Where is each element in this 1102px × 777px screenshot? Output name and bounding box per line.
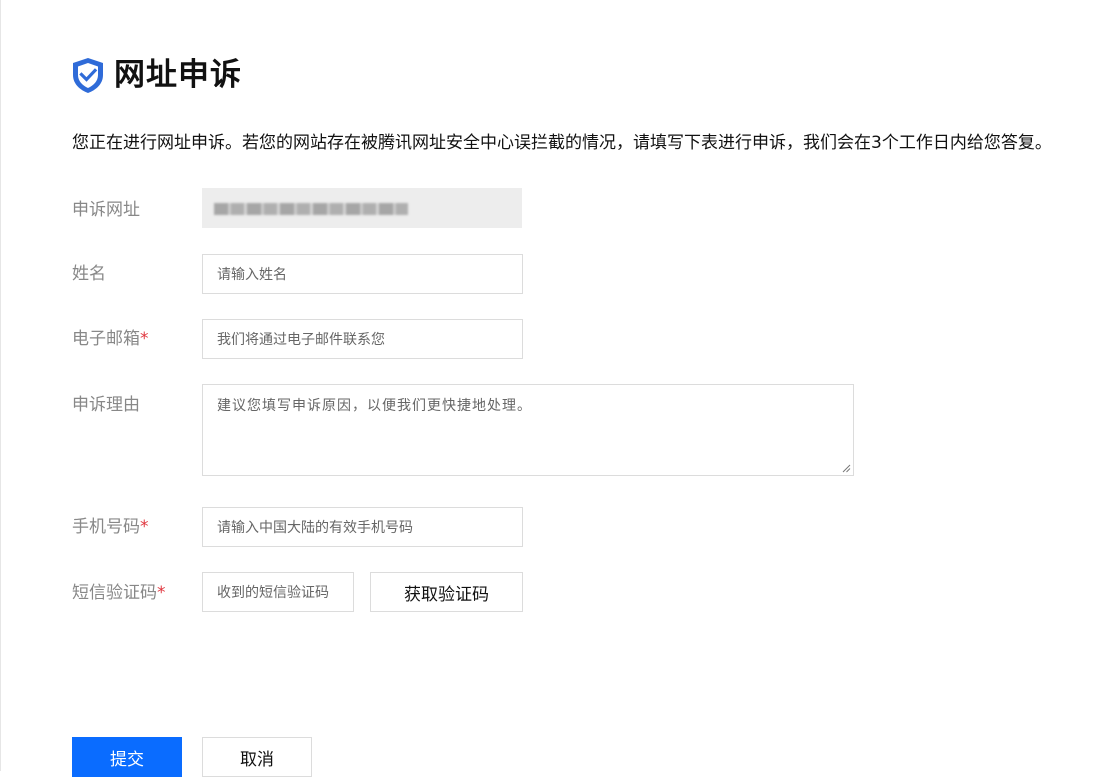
sms-label: 短信验证码*: [72, 581, 166, 605]
required-mark: *: [140, 517, 149, 537]
email-label-text: 电子邮箱: [72, 329, 140, 349]
cancel-button[interactable]: 取消: [202, 737, 312, 777]
phone-input[interactable]: 请输入中国大陆的有效手机号码: [202, 507, 523, 547]
phone-label: 手机号码*: [72, 515, 149, 539]
shield-check-icon: [70, 56, 106, 94]
sms-label-text: 短信验证码: [72, 583, 157, 603]
url-value-redacted: [214, 203, 408, 215]
reason-label: 申诉理由: [72, 395, 140, 415]
name-placeholder: 请输入姓名: [217, 267, 287, 283]
sms-code-input[interactable]: 收到的短信验证码: [202, 572, 354, 612]
reason-textarea[interactable]: 建议您填写申诉原因，以便我们更快捷地处理。: [202, 384, 854, 476]
reason-placeholder: 建议您填写申诉原因，以便我们更快捷地处理。: [217, 398, 532, 414]
get-code-button[interactable]: 获取验证码: [370, 572, 523, 612]
url-label: 申诉网址: [72, 200, 140, 220]
intro-text: 您正在进行网址申诉。若您的网站存在被腾讯网址安全中心误拦截的情况，请填写下表进行…: [72, 133, 1052, 153]
name-label: 姓名: [72, 264, 106, 284]
email-label: 电子邮箱*: [72, 327, 149, 351]
sms-placeholder: 收到的短信验证码: [217, 585, 329, 601]
phone-placeholder: 请输入中国大陆的有效手机号码: [217, 520, 413, 536]
submit-button[interactable]: 提交: [72, 737, 182, 777]
resize-handle-icon[interactable]: [841, 463, 851, 473]
name-input[interactable]: 请输入姓名: [202, 254, 523, 294]
phone-label-text: 手机号码: [72, 517, 140, 537]
left-divider: [0, 0, 1, 771]
email-input[interactable]: 我们将通过电子邮件联系您: [202, 319, 523, 359]
required-mark: *: [140, 329, 149, 349]
page-header: 网址申诉: [70, 56, 242, 94]
required-mark: *: [157, 583, 166, 603]
email-placeholder: 我们将通过电子邮件联系您: [217, 332, 385, 348]
page-title: 网址申诉: [114, 57, 242, 93]
